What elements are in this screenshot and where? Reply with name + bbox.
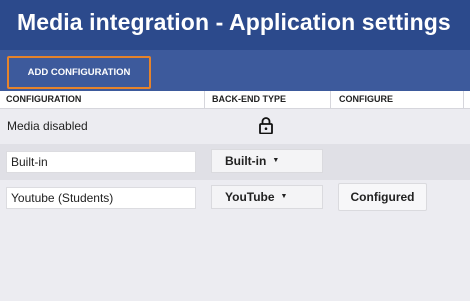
caret-down-icon: ▼: [280, 192, 288, 200]
configuration-name-input[interactable]: Youtube (Students): [6, 187, 196, 209]
table-row: Youtube (Students) YouTube ▼ Configured: [0, 180, 470, 216]
column-header-configure: CONFIGURE: [339, 94, 393, 104]
backend-type-dropdown[interactable]: YouTube ▼: [211, 185, 323, 209]
configuration-name-input[interactable]: Built-in: [6, 151, 196, 173]
column-header-configuration: CONFIGURATION: [6, 94, 82, 104]
table-row: Media disabled: [0, 109, 470, 144]
configure-button[interactable]: Configured: [338, 183, 427, 211]
table-row: Built-in Built-in ▼: [0, 144, 470, 180]
backend-type-dropdown[interactable]: Built-in ▼: [211, 149, 323, 173]
table-header: CONFIGURATION BACK-END TYPE CONFIGURE: [0, 91, 470, 109]
add-configuration-button[interactable]: ADD CONFIGURATION: [7, 56, 151, 89]
column-divider: [463, 91, 464, 108]
lock-icon: [259, 117, 273, 134]
column-header-backend-type: BACK-END TYPE: [212, 94, 287, 104]
backend-type-label: YouTube: [225, 190, 275, 204]
page-title: Media integration - Application settings: [17, 9, 451, 35]
title-bar: Media integration - Application settings: [0, 0, 470, 50]
backend-type-label: Built-in: [225, 154, 267, 168]
column-divider: [204, 91, 205, 108]
column-divider: [330, 91, 331, 108]
configuration-name: Media disabled: [7, 119, 88, 133]
caret-down-icon: ▼: [272, 156, 280, 164]
